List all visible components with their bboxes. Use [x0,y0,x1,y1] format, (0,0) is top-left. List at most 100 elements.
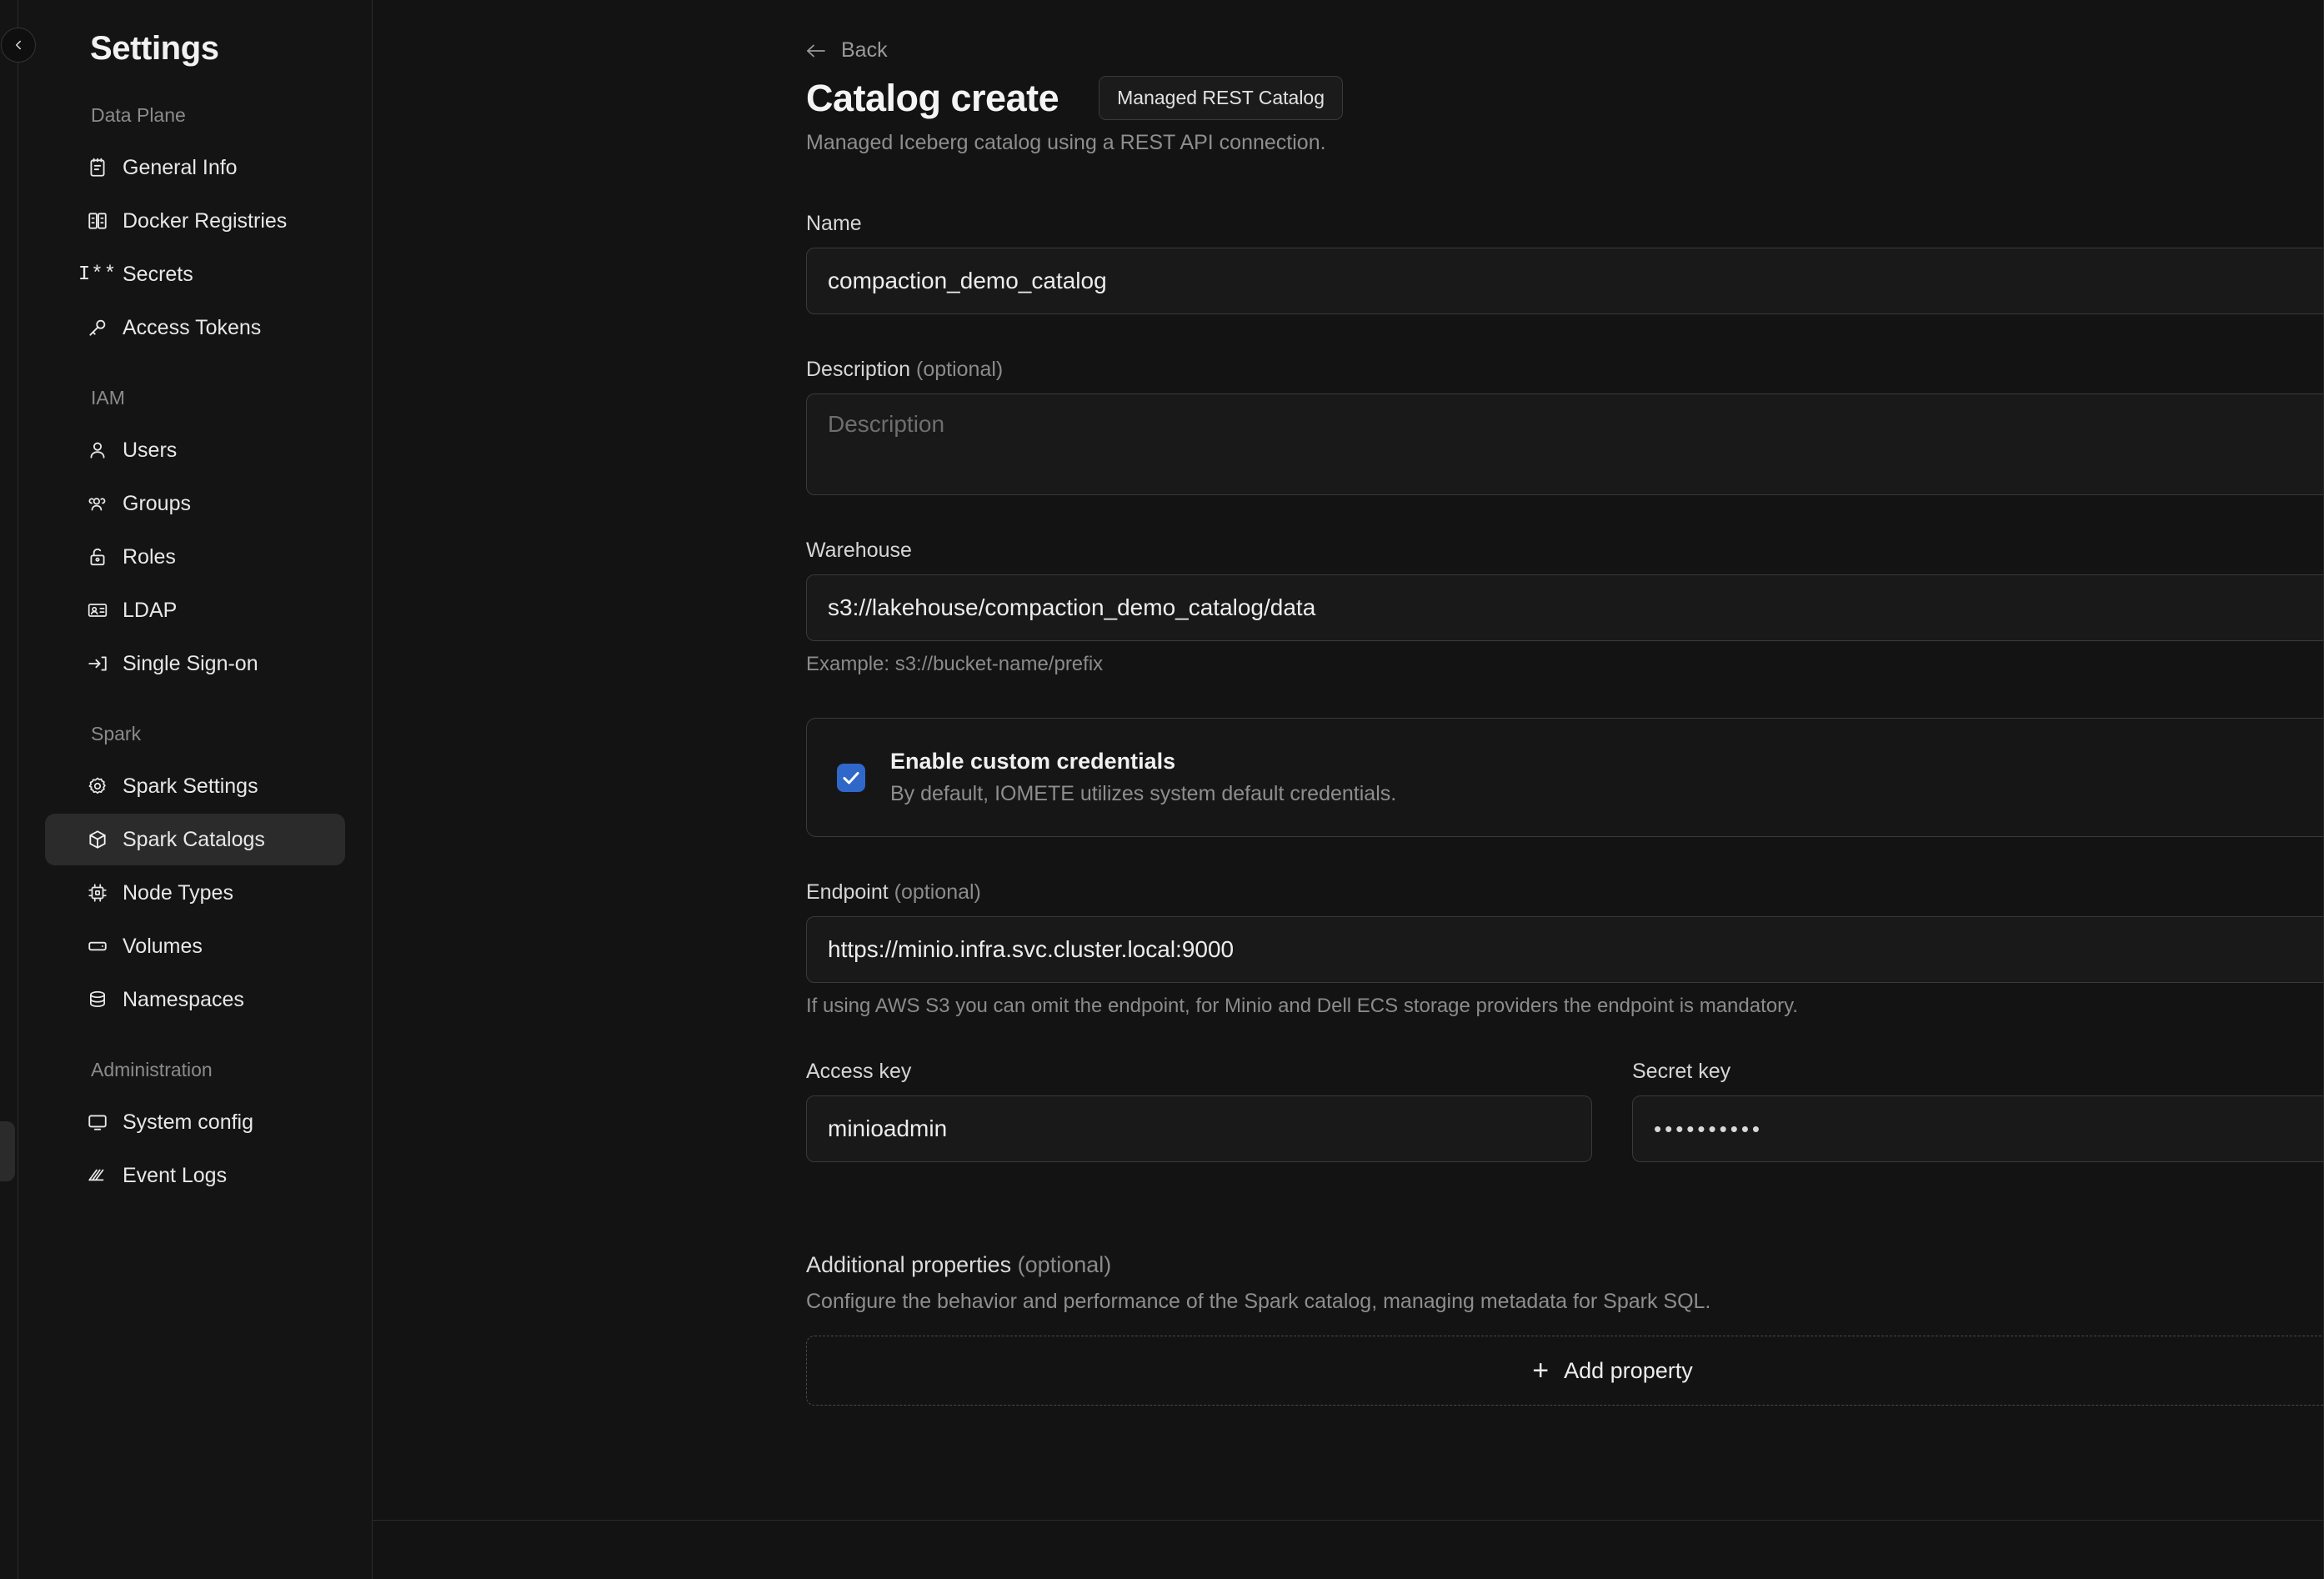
sidebar-item-label: Node Types [123,880,233,905]
description-optional-text: (optional) [916,358,1004,381]
sidebar-item-label: Groups [123,491,191,515]
sidebar-item-label: General Info [123,155,238,179]
additional-properties-label: Additional properties (optional) [806,1252,2323,1278]
field-access-key: Access key minioadmin [806,1060,1592,1162]
sidebar-item-label: LDAP [123,598,178,622]
sidebar-item-label: Secrets [123,262,193,286]
sidebar-item-system-config[interactable]: System config [45,1096,345,1148]
sidebar-title: Settings [90,30,219,67]
sidebar-item-docker-registries[interactable]: Docker Registries [45,195,345,247]
additional-properties-description: Configure the behavior and performance o… [806,1290,1711,1313]
monitor-icon [87,1111,108,1133]
credentials-subtitle: By default, IOMETE utilizes system defau… [890,782,1397,805]
field-secret-key: Secret key •••••••••• [1632,1060,2323,1162]
secret-key-input[interactable]: •••••••••• [1632,1095,2323,1162]
description-label-text: Description [806,358,911,381]
endpoint-input[interactable]: https://minio.infra.svc.cluster.local:90… [806,916,2323,983]
logs-icon [87,1165,108,1186]
sidebar-item-roles[interactable]: Roles [45,531,345,583]
sidebar-item-label: Single Sign-on [123,651,258,675]
endpoint-optional-text: (optional) [894,880,981,904]
page-subtitle: Managed Iceberg catalog using a REST API… [806,131,1326,154]
gear-icon [87,775,108,797]
name-input[interactable]: compaction_demo_catalog [806,248,2323,314]
plus-icon: + [1532,1355,1550,1386]
sidebar-item-spark-settings[interactable]: Spark Settings [45,760,345,812]
enable-custom-credentials-panel[interactable]: Enable custom credentials By default, IO… [806,718,2323,837]
access-key-label: Access key [806,1060,912,1083]
credentials-keys-row: Access key minioadmin Secret key •••••••… [806,1060,2323,1162]
database-icon [87,989,108,1010]
nav-section-data-plane: Data Plane General Info Docker Registrie… [40,104,350,353]
settings-sidebar: Settings Data Plane General Info Docker … [18,0,373,1579]
users-group-icon [87,493,108,514]
endpoint-hint: If using AWS S3 you can omit the endpoin… [806,995,1798,1017]
sidebar-item-volumes[interactable]: Volumes [45,920,345,972]
sidebar-item-label: Namespaces [123,987,244,1011]
field-endpoint: Endpoint (optional) https://minio.infra.… [806,880,2323,1018]
left-rail [0,0,18,1579]
sidebar-item-node-types[interactable]: Node Types [45,867,345,919]
app-root: Settings Data Plane General Info Docker … [0,0,2324,1579]
additional-properties-section: Additional properties (optional) Configu… [806,1252,2323,1406]
sidebar-item-general-info[interactable]: General Info [45,142,345,193]
secrets-icon: I** [78,263,118,286]
back-button[interactable]: Back [806,38,2323,63]
nav-section-administration: Administration System config Event Logs [40,1059,350,1201]
check-icon [843,771,859,784]
sidebar-item-users[interactable]: Users [45,424,345,476]
id-card-icon [87,599,108,621]
endpoint-label: Endpoint (optional) [806,880,2323,905]
key-icon [87,317,108,338]
rail-handle[interactable] [0,1121,15,1181]
nav-heading-iam: IAM [91,387,125,409]
description-label: Description (optional) [806,358,2323,382]
registry-icon [87,210,108,232]
sidebar-item-label: Docker Registries [123,208,288,233]
secret-key-label: Secret key [1632,1060,1731,1083]
user-icon [87,439,108,461]
sidebar-item-label: Roles [123,544,176,569]
warehouse-label: Warehouse [806,539,912,562]
nav-section-iam: IAM Users Groups Roles LDAP Single Sign-… [40,387,350,689]
warehouse-input[interactable]: s3://lakehouse/compaction_demo_catalog/d… [806,574,2323,641]
sidebar-item-label: Event Logs [123,1163,228,1187]
endpoint-label-text: Endpoint [806,880,889,904]
sidebar-item-namespaces[interactable]: Namespaces [45,974,345,1025]
main-content: Back Catalog create Managed REST Catalog… [373,0,2324,1579]
volume-icon [87,935,108,957]
sidebar-item-access-tokens[interactable]: Access Tokens [45,302,345,353]
sidebar-item-ldap[interactable]: LDAP [45,584,345,636]
field-warehouse: Warehouse s3://lakehouse/compaction_demo… [806,539,2323,676]
catalog-create-form: Name compaction_demo_catalog Description… [806,212,2323,1406]
cpu-icon [87,882,108,904]
nav-section-spark: Spark Spark Settings Spark Catalogs Node… [40,723,350,1025]
sidebar-item-secrets[interactable]: I** Secrets [45,248,345,300]
credentials-texts: Enable custom credentials By default, IO… [890,749,1396,806]
sidebar-item-label: Spark Settings [123,774,258,798]
nav-heading-administration: Administration [91,1059,213,1080]
sidebar-collapse-button[interactable] [1,28,36,63]
description-input[interactable]: Description [806,393,2323,495]
notepad-icon [87,157,108,178]
sidebar-item-spark-catalogs[interactable]: Spark Catalogs [45,814,345,865]
enable-custom-credentials-checkbox[interactable] [837,763,865,792]
add-property-button[interactable]: + Add property [806,1336,2323,1406]
page-header: Catalog create Managed REST Catalog [806,76,2323,120]
field-description: Description (optional) Description [806,358,2323,495]
sidebar-item-label: Spark Catalogs [123,827,265,851]
sidebar-item-single-sign-on[interactable]: Single Sign-on [45,638,345,689]
access-key-input[interactable]: minioadmin [806,1095,1592,1162]
sidebar-item-groups[interactable]: Groups [45,478,345,529]
nav-heading-data-plane: Data Plane [91,104,186,126]
sidebar-item-label: Volumes [123,934,203,958]
sidebar-item-label: Users [123,438,178,462]
additional-properties-label-text: Additional properties [806,1252,1012,1277]
chevron-left-icon [16,40,21,50]
sidebar-item-event-logs[interactable]: Event Logs [45,1150,345,1201]
warehouse-hint: Example: s3://bucket-name/prefix [806,653,1104,675]
additional-properties-optional-text: (optional) [1017,1252,1112,1277]
sidebar-item-label: System config [123,1110,254,1134]
cube-icon [87,829,108,850]
field-name: Name compaction_demo_catalog [806,212,2323,314]
